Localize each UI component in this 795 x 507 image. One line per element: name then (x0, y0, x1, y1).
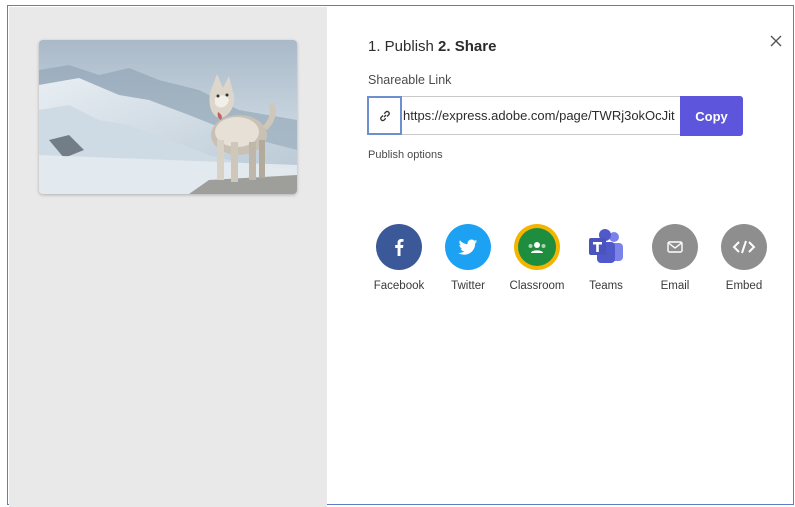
teams-icon (583, 224, 629, 270)
shareable-link-label: Shareable Link (368, 73, 452, 87)
shareable-link-row: Copy (367, 96, 743, 137)
share-facebook[interactable]: Facebook (364, 224, 434, 292)
facebook-icon (376, 224, 422, 270)
share-facebook-label: Facebook (373, 280, 425, 292)
copy-button[interactable]: Copy (680, 96, 743, 136)
share-email[interactable]: Email (640, 224, 710, 292)
share-panel: 1. Publish 2. Share Shareable Link Copy … (328, 6, 793, 504)
share-embed-label: Embed (725, 280, 763, 292)
embed-icon (721, 224, 767, 270)
page-preview-image (39, 40, 297, 194)
share-classroom-label: Classroom (509, 280, 565, 292)
email-icon (652, 224, 698, 270)
share-targets: Facebook Twitter Classroom Teams Email E… (364, 224, 767, 304)
shareable-link-input[interactable] (402, 96, 681, 135)
share-teams-label: Teams (589, 280, 623, 292)
twitter-icon (445, 224, 491, 270)
publish-options-link[interactable]: Publish options (368, 149, 443, 161)
link-icon[interactable] (367, 96, 402, 135)
share-classroom[interactable]: Classroom (502, 224, 572, 292)
share-dialog: 1. Publish 2. Share Shareable Link Copy … (7, 5, 794, 507)
classroom-icon (514, 224, 560, 270)
preview-pane (9, 7, 327, 507)
share-twitter[interactable]: Twitter (433, 224, 503, 292)
share-embed[interactable]: Embed (709, 224, 779, 292)
step-publish-label[interactable]: 1. Publish (368, 38, 434, 55)
close-icon[interactable] (769, 34, 783, 48)
dialog-title: 1. Publish 2. Share (368, 38, 496, 55)
share-teams[interactable]: Teams (571, 224, 641, 292)
share-twitter-label: Twitter (451, 280, 485, 292)
share-email-label: Email (660, 280, 690, 292)
step-share-label[interactable]: 2. Share (438, 38, 496, 55)
